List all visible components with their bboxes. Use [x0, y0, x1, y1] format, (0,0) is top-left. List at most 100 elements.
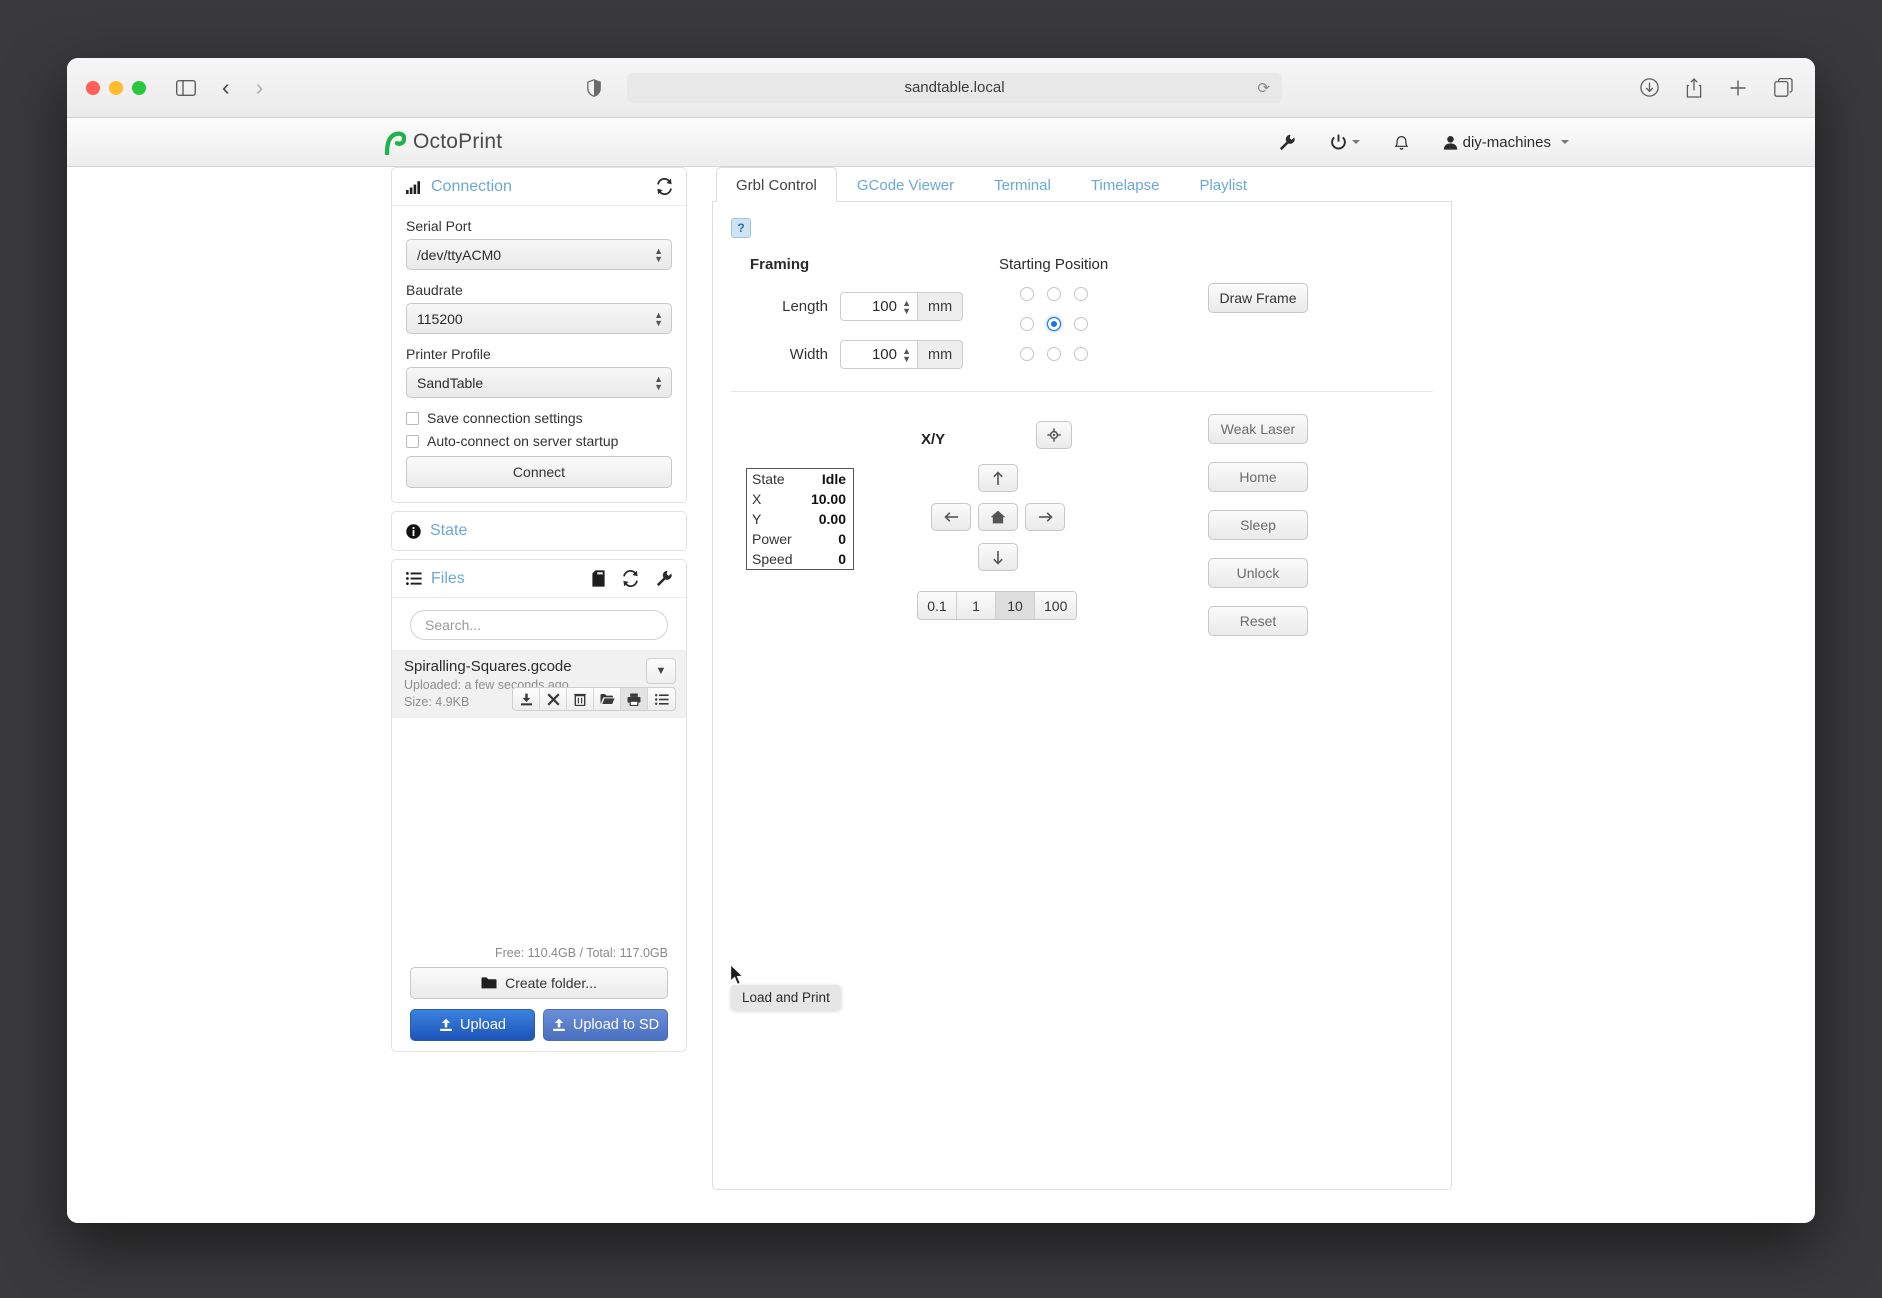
- start-pos-radio-3[interactable]: [1020, 317, 1034, 331]
- upload-button[interactable]: Upload: [410, 1009, 535, 1041]
- start-pos-radio-0[interactable]: [1020, 287, 1034, 301]
- wrench-icon[interactable]: [656, 570, 673, 587]
- tab-grbl-control[interactable]: Grbl Control: [716, 167, 837, 202]
- state-panel-header[interactable]: State: [392, 512, 686, 550]
- autoconnect-checkbox[interactable]: [406, 435, 419, 448]
- forward-chevron-icon[interactable]: ›: [256, 74, 264, 101]
- jog-left-button[interactable]: [931, 503, 971, 531]
- help-icon[interactable]: ?: [731, 218, 751, 238]
- bell-icon[interactable]: [1394, 134, 1409, 151]
- list-icon[interactable]: [648, 688, 675, 710]
- start-pos-radio-5[interactable]: [1074, 317, 1088, 331]
- browser-toolbar-actions: [1640, 78, 1793, 98]
- user-menu[interactable]: diy-machines: [1443, 134, 1569, 151]
- file-list-item[interactable]: Spiralling-Squares.gcode Uploaded: a few…: [392, 650, 686, 718]
- tab-terminal[interactable]: Terminal: [974, 167, 1071, 202]
- tab-gcode-viewer[interactable]: GCode Viewer: [837, 167, 974, 202]
- width-stepper-icon[interactable]: ▲▼: [902, 348, 911, 362]
- page-body: Connection Serial Port: [67, 167, 1815, 1223]
- serial-port-select[interactable]: /dev/ttyACM0 ▲▼: [406, 239, 672, 270]
- save-connection-settings-checkbox[interactable]: [406, 412, 419, 425]
- print-icon[interactable]: [621, 688, 648, 710]
- printer-profile-value: SandTable: [417, 375, 483, 391]
- baudrate-select[interactable]: 115200 ▲▼: [406, 303, 672, 334]
- printer-profile-select[interactable]: SandTable ▲▼: [406, 367, 672, 398]
- share-icon[interactable]: [1686, 78, 1702, 98]
- info-icon: [406, 524, 421, 539]
- plus-icon[interactable]: [1729, 79, 1747, 97]
- navbar-actions: diy-machines: [1279, 133, 1569, 151]
- draw-frame-button[interactable]: Draw Frame: [1208, 283, 1308, 313]
- create-folder-button[interactable]: Create folder...: [410, 967, 668, 999]
- jog-right-button[interactable]: [1025, 503, 1065, 531]
- tab-overview-icon[interactable]: [1774, 78, 1793, 97]
- search-input[interactable]: Search...: [410, 610, 668, 640]
- refresh-icon[interactable]: [622, 570, 639, 587]
- tab-timelapse[interactable]: Timelapse: [1071, 167, 1180, 202]
- reset-button[interactable]: Reset: [1208, 606, 1308, 636]
- step-size-0.1[interactable]: 0.1: [918, 592, 957, 619]
- sd-card-icon[interactable]: [592, 570, 605, 587]
- downloads-icon[interactable]: [1640, 78, 1659, 97]
- privacy-shield-icon[interactable]: [587, 79, 601, 97]
- jog-down-button[interactable]: [978, 543, 1018, 571]
- octoprint-logo[interactable]: OctoPrint: [383, 130, 502, 155]
- connection-panel-title: Connection: [431, 178, 512, 196]
- length-stepper-icon[interactable]: ▲▼: [902, 300, 911, 314]
- upload-label: Upload: [460, 1017, 506, 1033]
- file-menu-chevron-down-icon[interactable]: ▼: [646, 658, 676, 684]
- xy-label: X/Y: [921, 431, 945, 448]
- starting-position-group: Starting Position: [999, 256, 1108, 377]
- minimize-window-button[interactable]: [109, 81, 123, 95]
- length-value: 100: [872, 298, 897, 315]
- jog-home-button[interactable]: [978, 503, 1018, 531]
- upload-to-sd-button[interactable]: Upload to SD: [543, 1009, 668, 1041]
- connect-button[interactable]: Connect: [406, 456, 672, 488]
- step-size-100[interactable]: 100: [1035, 592, 1076, 619]
- autoconnect-row[interactable]: Auto-connect on server startup: [406, 433, 672, 449]
- save-connection-settings-row[interactable]: Save connection settings: [406, 410, 672, 426]
- back-chevron-icon[interactable]: ‹: [222, 74, 230, 101]
- width-unit: mm: [918, 340, 963, 369]
- trash-icon[interactable]: [567, 688, 594, 710]
- connection-panel-actions: [656, 178, 673, 195]
- user-avatar-icon: [1443, 135, 1458, 150]
- state-row-y: Y 0.00: [747, 509, 853, 529]
- select-stepper-icon: ▲▼: [654, 376, 663, 390]
- reload-icon[interactable]: ⟳: [1257, 79, 1270, 97]
- close-window-button[interactable]: [86, 81, 100, 95]
- step-size-group: 0.1 1 10 100: [917, 591, 1077, 620]
- start-pos-radio-4[interactable]: [1047, 317, 1061, 331]
- upload-icon: [439, 1018, 453, 1032]
- tab-playlist[interactable]: Playlist: [1179, 167, 1267, 202]
- download-icon[interactable]: [513, 688, 540, 710]
- address-bar[interactable]: sandtable.local ⟳: [627, 73, 1282, 103]
- window-traffic-lights[interactable]: [86, 81, 146, 95]
- sidebar-toggle-icon[interactable]: [176, 80, 196, 96]
- jog-up-button[interactable]: [978, 464, 1018, 492]
- unlock-button[interactable]: Unlock: [1208, 558, 1308, 588]
- power-icon[interactable]: [1330, 133, 1360, 151]
- width-input[interactable]: 100 ▲▼: [840, 340, 918, 369]
- start-pos-radio-1[interactable]: [1047, 287, 1061, 301]
- start-pos-radio-8[interactable]: [1074, 347, 1088, 361]
- octoprint-navbar: OctoPrint: [67, 118, 1815, 167]
- y-value: 0.00: [819, 511, 846, 527]
- crosshair-icon[interactable]: [1036, 421, 1072, 449]
- cancel-x-icon[interactable]: [540, 688, 567, 710]
- home-button[interactable]: Home: [1208, 462, 1308, 492]
- baudrate-label: Baudrate: [406, 282, 672, 298]
- folder-open-icon[interactable]: [594, 688, 621, 710]
- start-pos-radio-7[interactable]: [1047, 347, 1061, 361]
- refresh-icon[interactable]: [656, 178, 673, 195]
- weak-laser-button[interactable]: Weak Laser: [1208, 414, 1308, 444]
- start-pos-radio-2[interactable]: [1074, 287, 1088, 301]
- wrench-icon[interactable]: [1279, 134, 1296, 151]
- step-size-10[interactable]: 10: [996, 592, 1035, 619]
- sleep-button[interactable]: Sleep: [1208, 510, 1308, 540]
- length-input[interactable]: 100 ▲▼: [840, 292, 918, 321]
- start-pos-radio-6[interactable]: [1020, 347, 1034, 361]
- maximize-window-button[interactable]: [132, 81, 146, 95]
- framing-section: Framing Length 100 ▲▼ mm Width 100: [731, 256, 1433, 392]
- step-size-1[interactable]: 1: [957, 592, 996, 619]
